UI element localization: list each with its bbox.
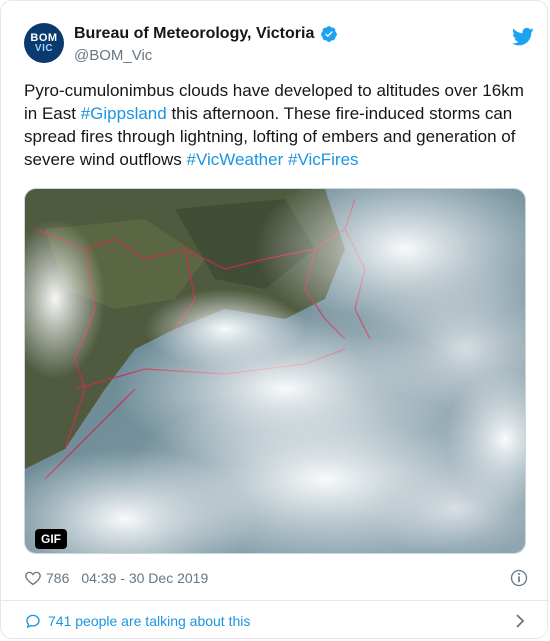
tweet-text: Pyro-cumulonimbus clouds have developed … [24, 79, 530, 171]
name-row: Bureau of Meteorology, Victoria [74, 25, 338, 43]
satellite-gif[interactable]: GIF [24, 188, 526, 554]
verified-badge-icon [321, 26, 338, 42]
hashtag-vicfires[interactable]: #VicFires [288, 150, 359, 169]
tweet-meta: 786 04:39 - 30 Dec 2019 [24, 567, 529, 589]
like-count[interactable]: 786 [46, 570, 69, 586]
avatar-line1: BOM [30, 31, 58, 44]
twitter-bird-icon[interactable] [512, 27, 534, 47]
handle[interactable]: @BOM_Vic [74, 47, 152, 64]
avatar-line2: VIC [34, 42, 54, 54]
divider [1, 600, 549, 601]
avatar[interactable]: BOM VIC [24, 23, 64, 63]
speech-bubble-icon [26, 614, 40, 629]
hashtag-vicweather[interactable]: #VicWeather [187, 150, 284, 169]
conversation-link[interactable]: 741 people are talking about this [24, 609, 529, 633]
display-name[interactable]: Bureau of Meteorology, Victoria [74, 25, 314, 43]
tweet-header: BOM VIC Bureau of Meteorology, Victoria … [24, 19, 534, 69]
hashtag-gippsland[interactable]: #Gippsland [81, 104, 167, 123]
heart-icon[interactable] [24, 569, 42, 587]
satellite-image [25, 189, 525, 553]
timestamp[interactable]: 04:39 - 30 Dec 2019 [81, 570, 208, 586]
conversation-count: 741 people are talking about this [48, 613, 251, 629]
chevron-right-icon [516, 614, 525, 628]
tweet-card: BOM VIC Bureau of Meteorology, Victoria … [0, 0, 549, 639]
gif-badge: GIF [35, 529, 67, 549]
info-icon[interactable] [509, 568, 529, 588]
